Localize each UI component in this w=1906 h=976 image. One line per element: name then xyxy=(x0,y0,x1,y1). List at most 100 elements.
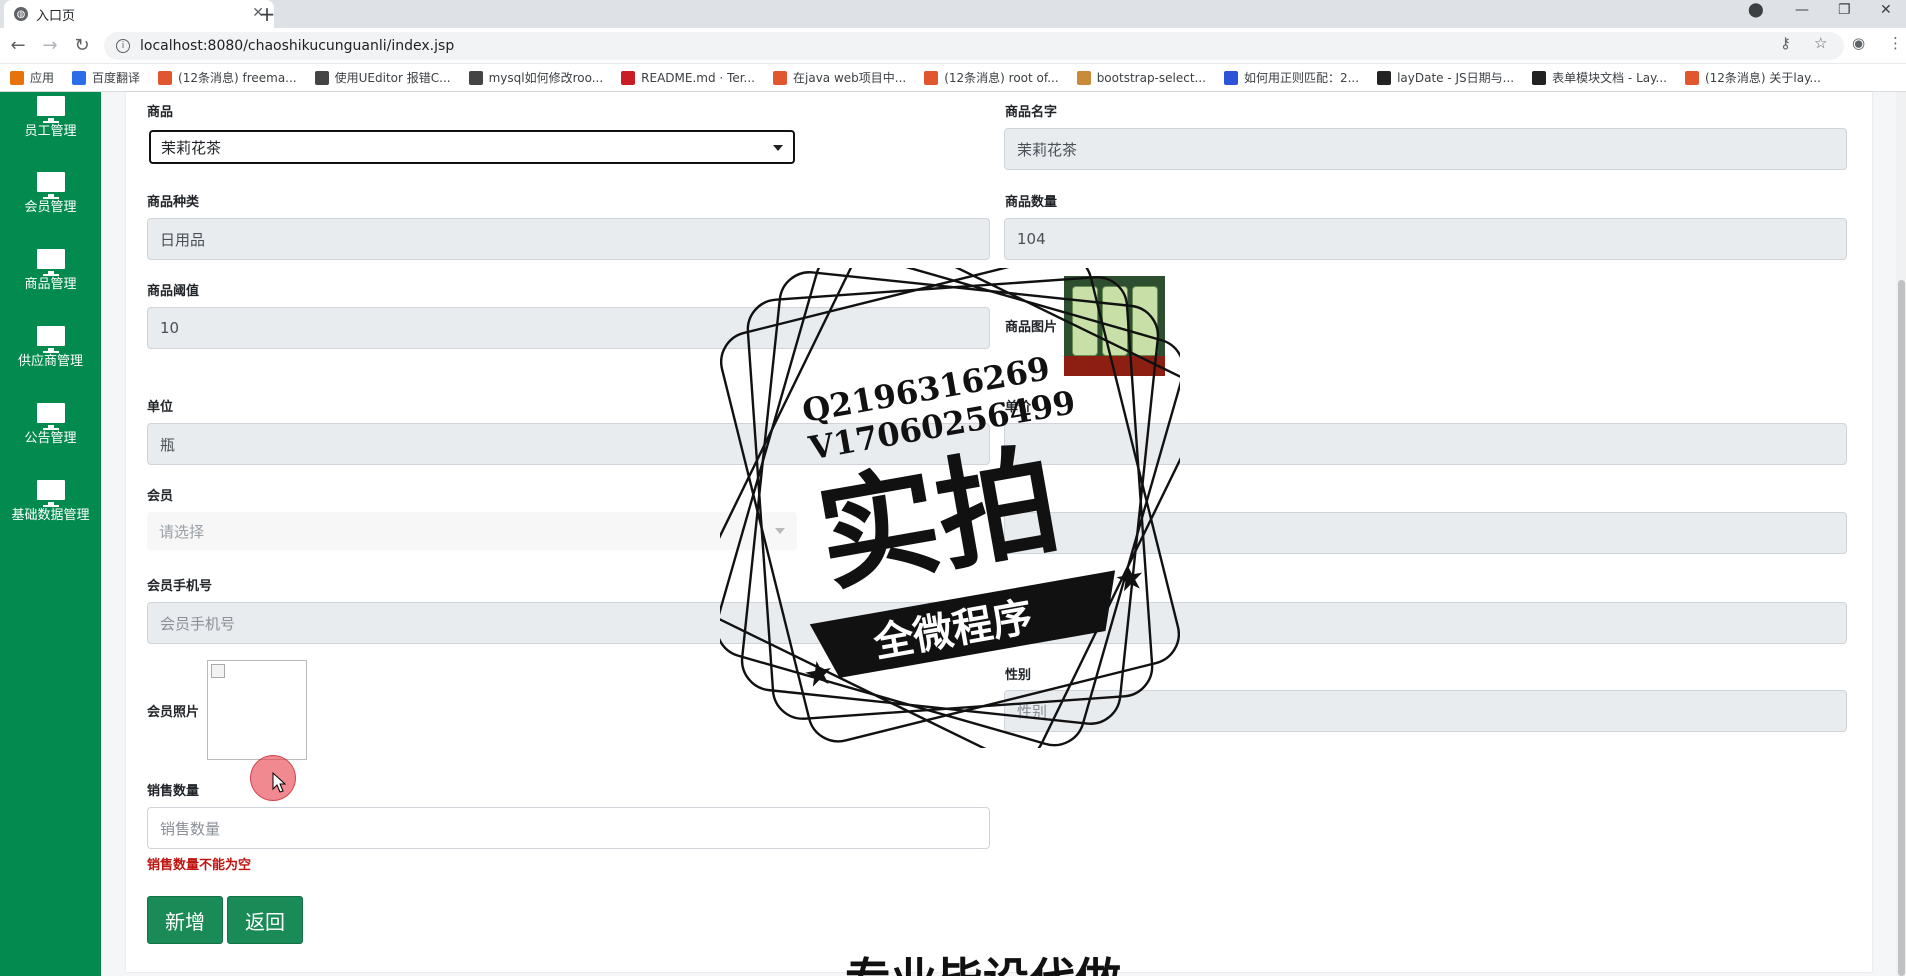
bookmark-label: README.md · Ter... xyxy=(641,70,755,85)
info-icon[interactable]: i xyxy=(116,39,130,53)
member-name-field[interactable] xyxy=(1004,512,1847,554)
tab-title: 入口页 xyxy=(36,8,76,24)
product-select-value: 茉莉花茶 xyxy=(161,138,222,157)
browser-tab[interactable]: ◍ 入口页 ✕ xyxy=(4,0,274,28)
bookmark-item[interactable]: (12条消息) root of... xyxy=(924,69,1059,86)
account-icon[interactable]: ◉ xyxy=(1852,34,1865,52)
bookmark-favicon-icon xyxy=(621,70,636,85)
caret-down-icon xyxy=(773,145,783,151)
product-select[interactable]: 茉莉花茶 xyxy=(149,130,795,164)
bookmark-item[interactable]: layDate - JS日期与... xyxy=(1377,69,1514,86)
product-image xyxy=(1064,276,1165,376)
product-name-label: 商品名字 xyxy=(1005,105,1058,120)
unit-field[interactable]: 瓶 xyxy=(147,423,990,465)
member-select[interactable]: 请选择 xyxy=(147,512,797,550)
bookmark-favicon-icon xyxy=(924,70,939,85)
bookmark-label: 如何用正则匹配：2... xyxy=(1243,71,1360,85)
bookmark-item[interactable]: (12条消息) 关于lay... xyxy=(1684,69,1821,86)
member-phone-field[interactable]: 会员手机号 xyxy=(147,602,1847,644)
sidebar: 员工管理 会员管理 商品管理 供应商管理 公告管理 基础数据管理 xyxy=(0,92,101,976)
sidebar-item-notices[interactable]: 公告管理 xyxy=(0,403,101,446)
threshold-label: 商品阈值 xyxy=(147,284,200,299)
bookmark-favicon-icon xyxy=(1076,70,1091,85)
bookmark-item[interactable]: (12条消息) freema... xyxy=(158,69,297,86)
bookmark-label: 百度翻译 xyxy=(92,71,141,85)
bookmark-item[interactable]: 使用UEditor 报错C... xyxy=(314,69,451,86)
price-label: 单价 xyxy=(1005,400,1032,415)
minimize-button[interactable]: — xyxy=(1795,2,1809,18)
bookmark-label: (12条消息) root of... xyxy=(944,71,1059,85)
bookmark-favicon-icon xyxy=(1532,70,1547,85)
broken-image-icon xyxy=(211,664,225,678)
back-button[interactable]: 返回 xyxy=(227,896,303,944)
member-phone-label: 会员手机号 xyxy=(147,579,213,594)
gender-field[interactable]: 性别 xyxy=(1004,690,1847,732)
product-image-jar xyxy=(1132,286,1158,356)
sidebar-item-members[interactable]: 会员管理 xyxy=(0,172,101,215)
bookmark-favicon-icon xyxy=(158,70,173,85)
bookmark-label: layDate - JS日期与... xyxy=(1397,71,1515,85)
back-arrow-icon[interactable]: ← xyxy=(6,34,30,58)
bookmark-item[interactable]: 表单模块文档 - Lay... xyxy=(1532,69,1667,86)
bookmark-label: 使用UEditor 报错C... xyxy=(334,71,451,85)
threshold-field[interactable]: 10 xyxy=(147,307,990,349)
bookmark-item[interactable]: 百度翻译 xyxy=(72,69,140,86)
monitor-icon xyxy=(36,403,65,430)
member-photo-label: 会员照片 xyxy=(147,705,200,720)
bookmark-label: mysql如何修改roo... xyxy=(488,71,604,85)
bookmark-label: bootstrap-select... xyxy=(1096,70,1206,85)
monitor-icon xyxy=(36,480,65,507)
reload-icon[interactable]: ↻ xyxy=(70,34,94,58)
gender-label: 性别 xyxy=(1005,668,1032,683)
bookmark-label: 表单模块文档 - Lay... xyxy=(1552,71,1667,85)
globe-icon: ◍ xyxy=(14,7,28,21)
apps-grid-icon xyxy=(10,70,24,85)
bookmark-label: 应用 xyxy=(30,71,55,85)
quantity-label: 商品数量 xyxy=(1005,195,1058,210)
price-field[interactable] xyxy=(1004,423,1847,465)
product-image-jar xyxy=(1102,286,1128,356)
bookmark-item[interactable]: mysql如何修改roo... xyxy=(468,69,604,86)
bookmark-favicon-icon xyxy=(468,70,483,85)
bookmark-favicon-icon xyxy=(773,70,787,85)
bookmark-favicon-icon xyxy=(1377,70,1392,85)
close-window-button[interactable]: ✕ xyxy=(1880,2,1892,18)
monitor-icon xyxy=(36,96,65,123)
sidebar-item-base-data[interactable]: 基础数据管理 xyxy=(0,480,101,523)
bookmark-item[interactable]: 如何用正则匹配：2... xyxy=(1223,69,1360,86)
address-bar[interactable]: i localhost:8080/chaoshikucunguanli/inde… xyxy=(104,32,1844,60)
profile-menu-icon[interactable]: ⬤ xyxy=(1748,2,1764,18)
bookmark-item[interactable]: 在java web项目中... xyxy=(773,69,906,86)
browser-toolbar: ← → ↻ i localhost:8080/chaoshikucunguanl… xyxy=(0,28,1906,64)
sale-qty-input[interactable]: 销售数量 xyxy=(147,807,990,849)
key-icon[interactable]: ⚷ xyxy=(1780,34,1791,52)
bookmarks-bar: 应用 百度翻译 (12条消息) freema... 使用UEditor 报错C... m… xyxy=(0,64,1906,92)
restore-button[interactable]: ❐ xyxy=(1838,2,1851,18)
sale-qty-label: 销售数量 xyxy=(147,784,200,799)
star-icon[interactable]: ☆ xyxy=(1814,34,1827,52)
bookmark-item[interactable]: README.md · Ter... xyxy=(621,70,755,85)
menu-dots-icon[interactable]: ⋮ xyxy=(1888,34,1903,52)
monitor-icon xyxy=(36,326,65,353)
category-field[interactable]: 日用品 xyxy=(147,218,990,260)
sidebar-item-products[interactable]: 商品管理 xyxy=(0,249,101,292)
product-name-field[interactable]: 茉莉花茶 xyxy=(1004,128,1847,170)
bookmark-label: (12条消息) freema... xyxy=(178,71,297,85)
member-photo xyxy=(207,660,307,760)
page-scrollbar-thumb[interactable] xyxy=(1898,280,1905,976)
sidebar-item-employees[interactable]: 员工管理 xyxy=(0,96,101,139)
sidebar-item-suppliers[interactable]: 供应商管理 xyxy=(0,326,101,369)
bookmark-label: (12条消息) 关于lay... xyxy=(1704,71,1821,85)
mouse-cursor-icon xyxy=(272,772,286,793)
new-tab-button[interactable]: + xyxy=(255,2,279,26)
bookmark-apps[interactable]: 应用 xyxy=(10,69,54,86)
caret-down-icon xyxy=(775,528,785,534)
watermark-bottom-text: 专业毕设代做 xyxy=(845,950,1121,976)
bookmark-favicon-icon xyxy=(72,70,87,85)
quantity-field[interactable]: 104 xyxy=(1004,218,1847,260)
bookmark-favicon-icon xyxy=(314,70,329,85)
bookmark-item[interactable]: bootstrap-select... xyxy=(1076,70,1206,85)
forward-arrow-icon[interactable]: → xyxy=(38,34,62,58)
add-button[interactable]: 新增 xyxy=(147,896,223,944)
monitor-icon xyxy=(36,249,65,276)
